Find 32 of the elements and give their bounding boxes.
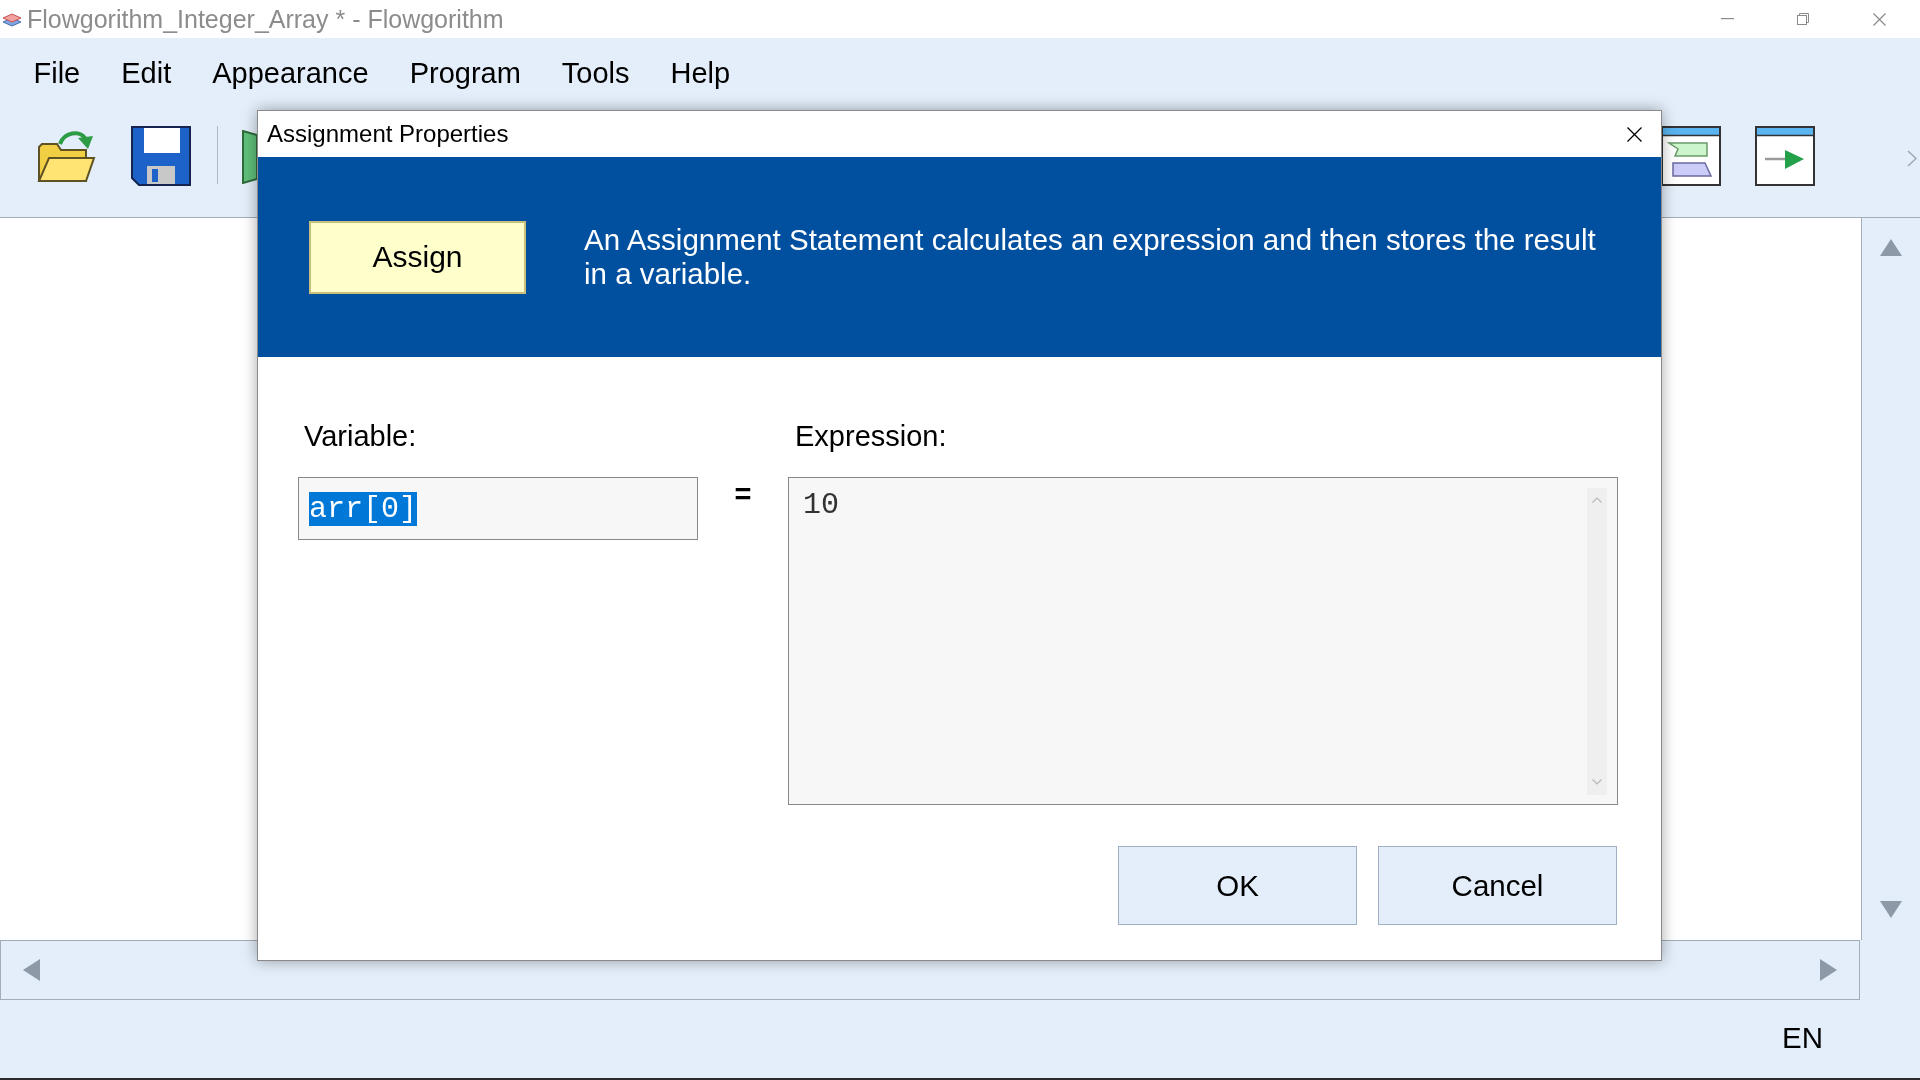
description-text: An Assignment Statement calculates an expression and then stores the result in a variable. [584, 223, 1597, 291]
app-icon [2, 11, 22, 29]
ok-button[interactable]: OK [1118, 846, 1357, 925]
triangle-icon[interactable] [242, 130, 257, 184]
menu-item[interactable]: Edit [100, 53, 192, 93]
scroll-right-icon[interactable] [1820, 959, 1837, 981]
menu-item[interactable]: Tools [541, 53, 651, 93]
cancel-button[interactable]: Cancel [1378, 846, 1617, 925]
scroll-down-icon[interactable] [1880, 901, 1902, 918]
equals-sign: = [734, 477, 752, 511]
menu-item[interactable]: Appearance [191, 53, 390, 93]
expression-label: Expression: [794, 420, 947, 452]
caret-up-icon[interactable] [1592, 497, 1602, 503]
window-shapes-icon[interactable] [1661, 126, 1721, 186]
menu-item[interactable]: File [13, 53, 101, 93]
window-title: Flowgorithm_Integer_Array * - Flowgorithm [27, 4, 504, 34]
expression-input[interactable]: 10 [788, 477, 1618, 805]
selected-text: arr[0] [309, 492, 418, 526]
minimize-icon[interactable] [1720, 18, 1734, 20]
scroll-up-icon[interactable] [1880, 239, 1902, 256]
menu-item[interactable]: Program [389, 53, 542, 93]
chevron-right-icon[interactable] [1907, 150, 1917, 167]
restore-icon[interactable] [1797, 13, 1809, 25]
statement-badge: Assign [309, 220, 526, 294]
variable-label: Variable: [303, 420, 417, 452]
language-indicator[interactable]: EN [1782, 1021, 1823, 1055]
dialog-title: Assignment Properties [267, 120, 509, 148]
menu-item[interactable]: Help [650, 53, 751, 93]
scroll-left-icon[interactable] [23, 959, 40, 981]
close-icon[interactable] [1627, 126, 1642, 142]
caret-down-icon[interactable] [1592, 779, 1602, 785]
variable-input[interactable]: arr[0] [298, 477, 698, 540]
